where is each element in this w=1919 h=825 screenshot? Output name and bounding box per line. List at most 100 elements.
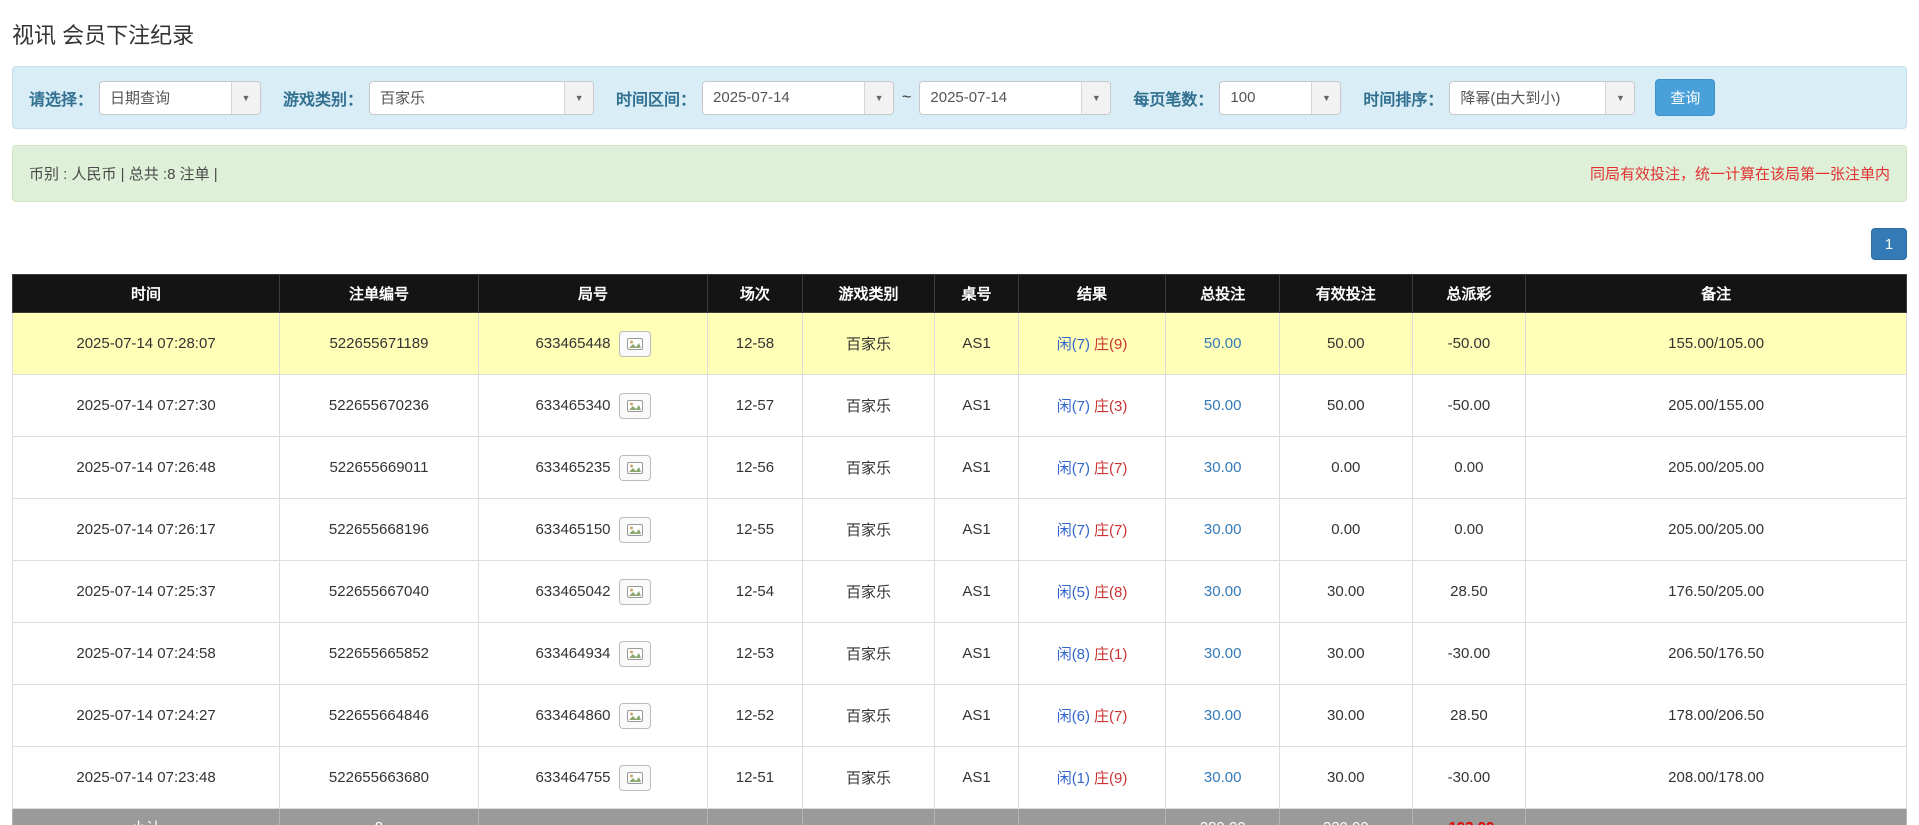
- cell-game-type: 百家乐: [802, 313, 935, 375]
- cell-time: 2025-07-14 07:24:27: [13, 685, 280, 747]
- column-header-4: 游戏类别: [802, 275, 935, 313]
- result-banker: 庄(7): [1094, 460, 1127, 477]
- cell-total-bet: 30.00: [1166, 623, 1280, 685]
- cell-total-bet: 50.00: [1166, 313, 1280, 375]
- total-bet-sum: 280.00: [1166, 809, 1280, 825]
- result-banker: 庄(7): [1094, 708, 1127, 725]
- game-type-value: 百家乐: [370, 82, 564, 114]
- search-button[interactable]: 查询: [1655, 79, 1715, 116]
- total-label: 小计: [13, 809, 280, 825]
- select-type-label: 请选择：: [29, 86, 93, 110]
- filter-bar: 请选择： 日期查询 ▼ 游戏类别： 百家乐 ▼ 时间区间： 2025-07-14…: [12, 66, 1907, 129]
- result-banker: 庄(9): [1094, 336, 1127, 353]
- cell-round-number: 633465448: [478, 313, 707, 375]
- date-from-select[interactable]: 2025-07-14 ▼: [702, 81, 894, 115]
- round-image-icon[interactable]: [619, 641, 651, 667]
- cell-remark: 176.50/205.00: [1526, 561, 1907, 623]
- cell-remark: 205.00/155.00: [1526, 375, 1907, 437]
- cell-result: 闲(7)庄(7): [1018, 499, 1166, 561]
- result-player: 闲(6): [1057, 708, 1090, 725]
- cell-payout: -50.00: [1412, 313, 1526, 375]
- cell-game-type: 百家乐: [802, 747, 935, 809]
- cell-time: 2025-07-14 07:27:30: [13, 375, 280, 437]
- total-bet-link[interactable]: 50.00: [1204, 335, 1242, 352]
- cell-remark: 205.00/205.00: [1526, 437, 1907, 499]
- total-bet-link[interactable]: 30.00: [1204, 707, 1242, 724]
- total-bet-link[interactable]: 30.00: [1204, 769, 1242, 786]
- bet-record-row: 2025-07-14 07:25:37 522655667040 6334650…: [13, 561, 1907, 623]
- round-image-icon[interactable]: [619, 579, 651, 605]
- cell-table-number: AS1: [935, 685, 1018, 747]
- total-bet-link[interactable]: 30.00: [1204, 583, 1242, 600]
- chevron-down-icon[interactable]: ▼: [1081, 82, 1110, 114]
- cell-result: 闲(7)庄(3): [1018, 375, 1166, 437]
- bet-record-row: 2025-07-14 07:26:17 522655668196 6334651…: [13, 499, 1907, 561]
- total-bet-link[interactable]: 30.00: [1204, 521, 1242, 538]
- cell-payout: 0.00: [1412, 437, 1526, 499]
- column-header-10: 备注: [1526, 275, 1907, 313]
- column-header-6: 结果: [1018, 275, 1166, 313]
- round-image-icon[interactable]: [619, 455, 651, 481]
- cell-total-bet: 30.00: [1166, 747, 1280, 809]
- column-header-7: 总投注: [1166, 275, 1280, 313]
- chevron-down-icon[interactable]: ▼: [1311, 82, 1340, 114]
- cell-total-bet: 30.00: [1166, 437, 1280, 499]
- result-player: 闲(8): [1057, 646, 1090, 663]
- game-type-select[interactable]: 百家乐 ▼: [369, 81, 594, 115]
- page-1-button[interactable]: 1: [1871, 228, 1907, 260]
- cell-valid-bet: 0.00: [1280, 437, 1413, 499]
- cell-remark: 206.50/176.50: [1526, 623, 1907, 685]
- cell-bet-number: 522655663680: [280, 747, 479, 809]
- column-header-5: 桌号: [935, 275, 1018, 313]
- round-image-icon[interactable]: [619, 393, 651, 419]
- cell-round-number: 633464860: [478, 685, 707, 747]
- cell-table-number: AS1: [935, 375, 1018, 437]
- result-player: 闲(5): [1057, 584, 1090, 601]
- cell-valid-bet: 30.00: [1280, 747, 1413, 809]
- query-type-select[interactable]: 日期查询 ▼: [99, 81, 261, 115]
- chevron-down-icon[interactable]: ▼: [564, 82, 593, 114]
- round-image-icon[interactable]: [619, 331, 651, 357]
- cell-result: 闲(5)庄(8): [1018, 561, 1166, 623]
- cell-session: 12-52: [708, 685, 803, 747]
- result-player: 闲(7): [1057, 522, 1090, 539]
- round-image-icon[interactable]: [619, 517, 651, 543]
- total-bet-link[interactable]: 30.00: [1204, 459, 1242, 476]
- total-bet-link[interactable]: 30.00: [1204, 645, 1242, 662]
- column-header-9: 总派彩: [1412, 275, 1526, 313]
- chevron-down-icon[interactable]: ▼: [231, 82, 260, 114]
- cell-valid-bet: 0.00: [1280, 499, 1413, 561]
- cell-table-number: AS1: [935, 313, 1018, 375]
- chevron-down-icon[interactable]: ▼: [1605, 82, 1634, 114]
- cell-session: 12-53: [708, 623, 803, 685]
- round-image-icon[interactable]: [619, 765, 651, 791]
- cell-remark: 178.00/206.50: [1526, 685, 1907, 747]
- bet-table-body: 2025-07-14 07:28:07 522655671189 6334654…: [13, 313, 1907, 825]
- cell-bet-number: 522655671189: [280, 313, 479, 375]
- cell-valid-bet: 30.00: [1280, 685, 1413, 747]
- total-count: 8: [280, 809, 479, 825]
- cell-payout: 28.50: [1412, 685, 1526, 747]
- payout-sum: -103.00: [1412, 809, 1526, 825]
- cell-payout: -30.00: [1412, 623, 1526, 685]
- cell-game-type: 百家乐: [802, 561, 935, 623]
- valid-bet-sum: 220.00: [1280, 809, 1413, 825]
- cell-session: 12-54: [708, 561, 803, 623]
- cell-session: 12-55: [708, 499, 803, 561]
- cell-total-bet: 30.00: [1166, 561, 1280, 623]
- bet-record-row: 2025-07-14 07:24:27 522655664846 6334648…: [13, 685, 1907, 747]
- cell-bet-number: 522655665852: [280, 623, 479, 685]
- result-banker: 庄(1): [1094, 646, 1127, 663]
- sort-order-select[interactable]: 降幂(由大到小) ▼: [1449, 81, 1635, 115]
- cell-table-number: AS1: [935, 747, 1018, 809]
- bet-record-row: 2025-07-14 07:27:30 522655670236 6334653…: [13, 375, 1907, 437]
- round-image-icon[interactable]: [619, 703, 651, 729]
- page-size-select[interactable]: 100 ▼: [1219, 81, 1341, 115]
- cell-time: 2025-07-14 07:24:58: [13, 623, 280, 685]
- column-header-1: 注单编号: [280, 275, 479, 313]
- cell-time: 2025-07-14 07:25:37: [13, 561, 280, 623]
- date-to-select[interactable]: 2025-07-14 ▼: [919, 81, 1111, 115]
- cell-bet-number: 522655670236: [280, 375, 479, 437]
- chevron-down-icon[interactable]: ▼: [864, 82, 893, 114]
- total-bet-link[interactable]: 50.00: [1204, 397, 1242, 414]
